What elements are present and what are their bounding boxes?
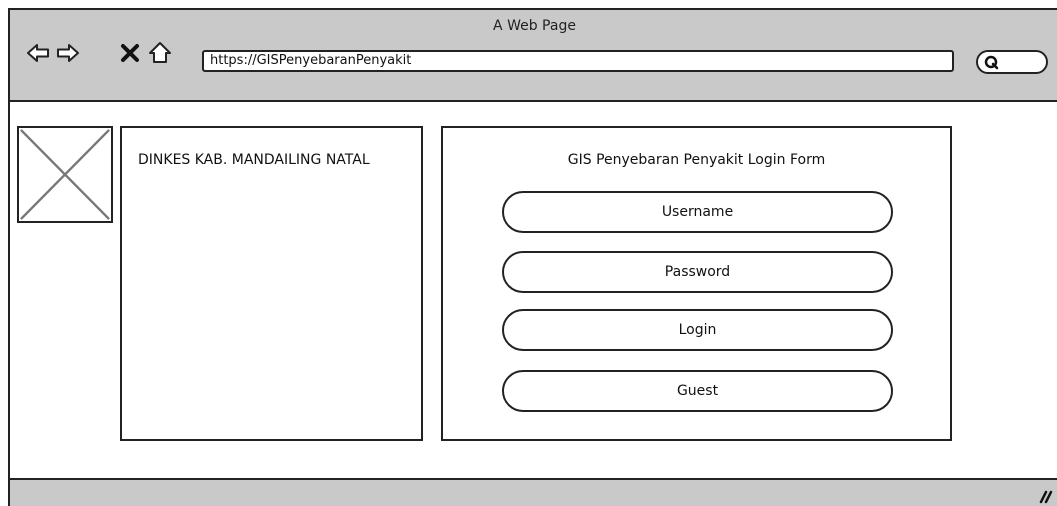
url-bar[interactable]: https://GISPenyebaranPenyakit (202, 50, 954, 72)
guest-button[interactable]: Guest (502, 370, 893, 412)
close-icon[interactable] (120, 41, 140, 65)
login-button[interactable]: Login (502, 309, 893, 351)
page-title: A Web Page (493, 18, 576, 34)
agency-panel: DINKES KAB. MANDAILING NATAL (120, 126, 423, 441)
status-bar (10, 478, 1057, 506)
page-content: DINKES KAB. MANDAILING NATAL GIS Penyeba… (10, 102, 1057, 486)
resize-grip-icon[interactable] (1035, 488, 1053, 504)
password-field[interactable]: Password (502, 251, 893, 293)
search-field[interactable] (976, 50, 1048, 74)
search-icon[interactable] (984, 55, 999, 70)
agency-title: DINKES KAB. MANDAILING NATAL (138, 152, 370, 168)
forward-icon[interactable] (56, 41, 80, 65)
login-form: GIS Penyebaran Penyakit Login Form Usern… (441, 126, 952, 441)
username-field[interactable]: Username (502, 191, 893, 233)
image-placeholder-icon (17, 126, 113, 223)
login-form-title: GIS Penyebaran Penyakit Login Form (567, 152, 826, 168)
home-icon[interactable] (148, 41, 172, 65)
back-icon[interactable] (26, 41, 50, 65)
browser-window: A Web Page https://GISPenyebaranPenyakit (8, 8, 1057, 506)
browser-toolbar: A Web Page https://GISPenyebaranPenyakit (10, 10, 1057, 102)
